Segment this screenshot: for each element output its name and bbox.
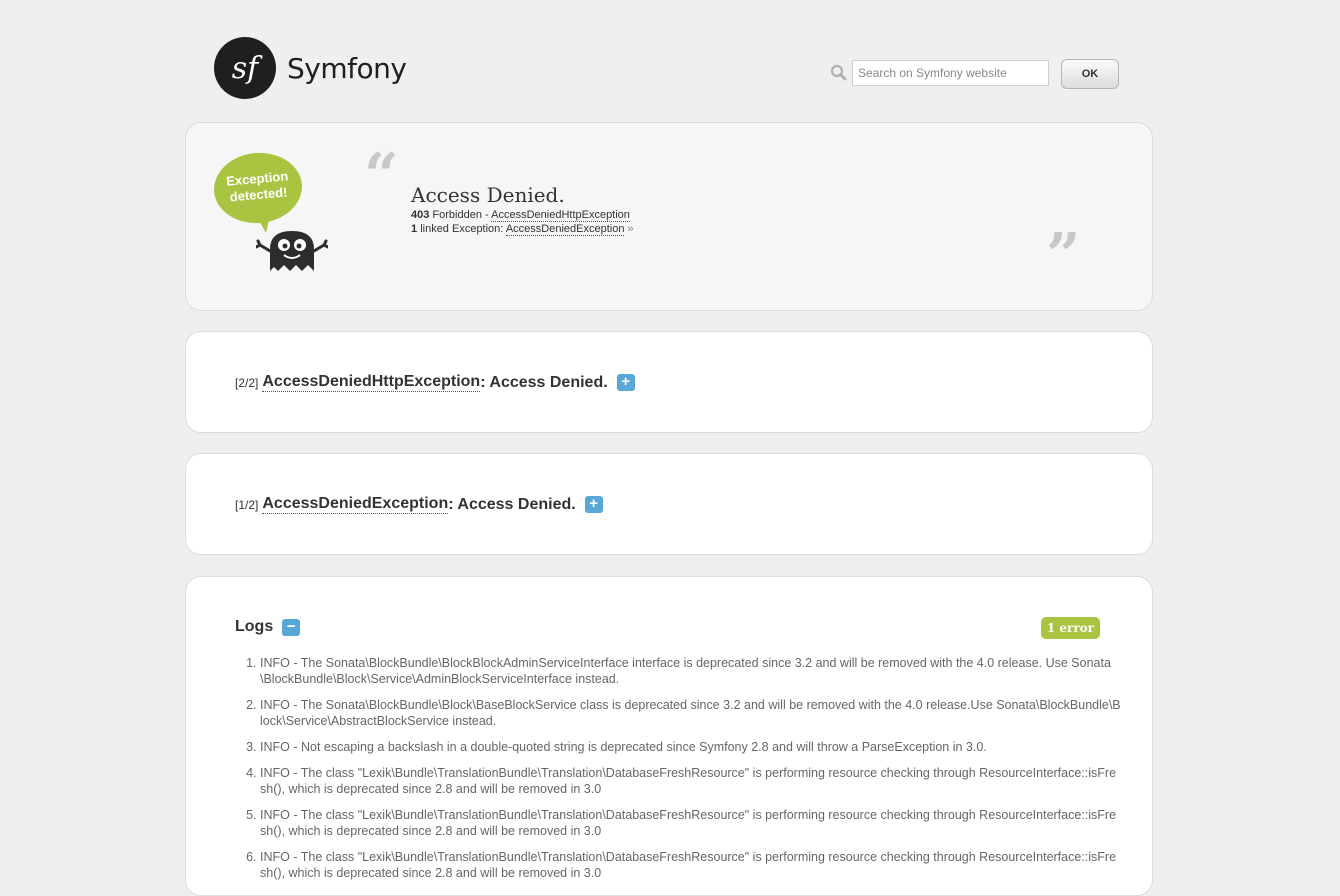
logo-text: Symfony [287, 51, 407, 85]
logs-header: Logs − [235, 618, 301, 636]
search-form: OK [829, 57, 1119, 89]
trace-class[interactable]: AccessDeniedException [262, 495, 449, 514]
close-quote-icon: ” [1046, 221, 1081, 291]
status-text: Forbidden - [432, 209, 492, 221]
status-code: 403 [411, 209, 430, 221]
trace-count: [2/2] [235, 375, 259, 390]
linked-exception-arrow[interactable]: » [627, 223, 633, 235]
exception-title: Access Denied. [411, 183, 565, 207]
symfony-logo[interactable]: sf Symfony [214, 37, 407, 99]
exception-status-line: 403 Forbidden - AccessDeniedHttpExceptio… [411, 209, 630, 222]
linked-text: linked Exception: [420, 223, 506, 235]
trace-class[interactable]: AccessDeniedHttpException [262, 373, 481, 392]
trace-block: [2/2] AccessDeniedHttpException : Access… [185, 331, 1153, 433]
trace-message: : Access Denied. [480, 373, 608, 391]
trace-title: [2/2] AccessDeniedHttpException : Access… [235, 373, 635, 392]
linked-exception-link[interactable]: AccessDeniedException [505, 223, 625, 236]
trace-title: [1/2] AccessDeniedException : Access Den… [235, 495, 603, 514]
collapse-logs-button[interactable]: − [282, 618, 301, 636]
log-entry: INFO - The Sonata\BlockBundle\Block\Base… [260, 697, 1122, 729]
linked-exception-line: 1 linked Exception: AccessDeniedExceptio… [411, 223, 634, 236]
search-input[interactable] [852, 60, 1049, 86]
trace-block: [1/2] AccessDeniedException : Access Den… [185, 453, 1153, 555]
error-count-badge[interactable]: 1 error [1040, 617, 1100, 639]
linked-count: 1 [411, 223, 418, 235]
trace-count: [1/2] [235, 497, 259, 512]
exception-class-link[interactable]: AccessDeniedHttpException [491, 209, 630, 222]
log-entry: INFO - The class "Lexik\Bundle\Translati… [260, 849, 1122, 881]
ok-button[interactable]: OK [1061, 59, 1119, 89]
log-entry: INFO - The class "Lexik\Bundle\Translati… [260, 807, 1122, 839]
symfony-logo-icon: sf [214, 37, 276, 99]
ghost-mascot-icon [254, 227, 330, 282]
open-quote-icon: “ [364, 141, 399, 211]
expand-trace-button[interactable]: + [616, 374, 635, 391]
log-entry: INFO - Not escaping a backslash in a dou… [260, 739, 1122, 755]
log-entry: INFO - The Sonata\BlockBundle\BlockBlock… [260, 655, 1122, 687]
logs-title: Logs [235, 618, 274, 635]
expand-trace-button[interactable]: + [584, 496, 603, 513]
exception-summary: Exception detected! “ Access Denied. 403… [185, 122, 1153, 311]
logs-block: Logs − 1 error INFO - The Sonata\BlockBu… [185, 576, 1153, 896]
log-list: INFO - The Sonata\BlockBundle\BlockBlock… [238, 655, 1122, 891]
search-icon [829, 63, 849, 83]
log-entry: INFO - The class "Lexik\Bundle\Translati… [260, 765, 1122, 797]
trace-message: : Access Denied. [448, 495, 576, 513]
